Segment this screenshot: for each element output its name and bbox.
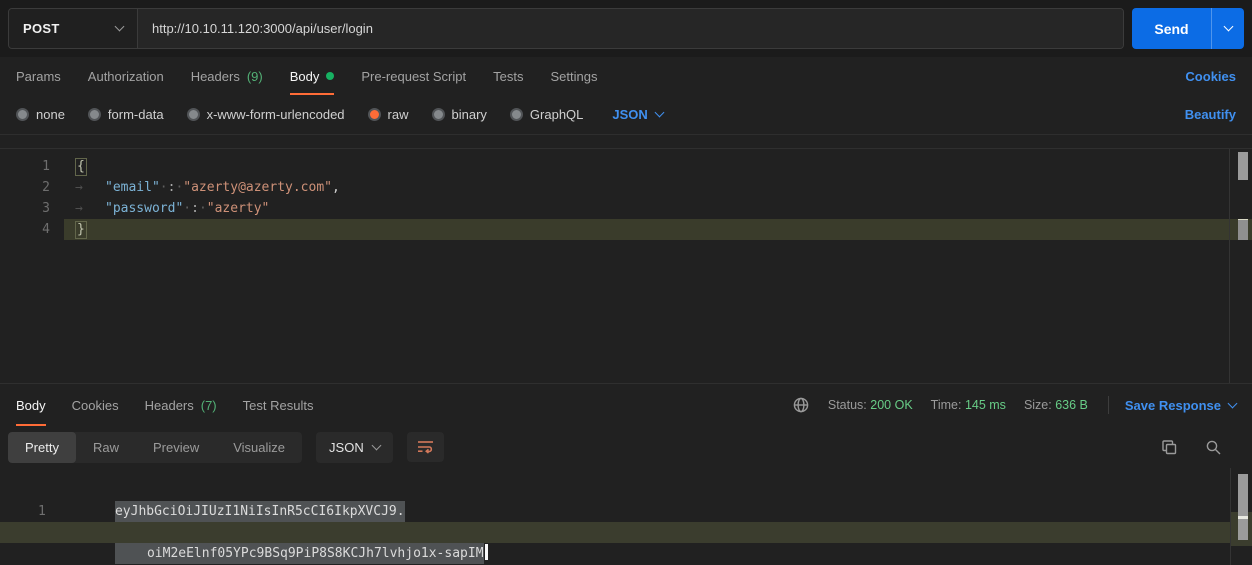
body-mode-binary[interactable]: binary (432, 107, 487, 122)
response-headers-count: (7) (201, 398, 217, 413)
response-line: eyJfaWQiOiI2MjBlY2Y2Y2FiMjEyYzA0NjE1Yjdm… (0, 501, 1252, 522)
line-number: 3 (0, 198, 50, 219)
editor-line: 2 →"email"·:·"azerty@azerty.com", (0, 177, 1252, 198)
save-response-button[interactable]: Save Response (1125, 398, 1236, 413)
wrap-lines-button[interactable] (407, 432, 444, 462)
request-body-editor[interactable]: 1 { 2 →"email"·:·"azerty@azerty.com", 3 … (0, 148, 1252, 383)
line-number: 2 (0, 177, 50, 198)
body-mode-row: none form-data x-www-form-urlencoded raw… (0, 95, 1252, 135)
response-body-viewer[interactable]: 1eyJhbGciOiJIUzI1NiIsInR5cCI6IkpXVCJ9. e… (0, 468, 1252, 565)
body-mode-none[interactable]: none (16, 107, 65, 122)
response-pane: Body Cookies Headers(7) Test Results Sta… (0, 383, 1252, 565)
size-label: Size: (1024, 398, 1052, 412)
method-select[interactable]: POST (9, 9, 138, 48)
response-scrollbar-thumb[interactable] (1238, 474, 1248, 540)
close-brace-token: } (75, 221, 87, 239)
status-value: 200 OK (870, 398, 912, 412)
open-brace-token: { (75, 158, 87, 176)
editor-current-line: 4 } (0, 219, 1252, 240)
response-meta: Status: 200 OK Time: 145 ms Size: 636 B … (792, 384, 1236, 426)
editor-scrollbar-track (1229, 149, 1230, 383)
chevron-down-icon (371, 440, 381, 450)
radio-selected-icon (368, 108, 381, 121)
tab-body[interactable]: Body (290, 57, 335, 95)
language-select[interactable]: JSON (612, 107, 662, 122)
tab-whitespace-marker: → (75, 177, 105, 198)
editor-line: 1 { (0, 156, 1252, 177)
editor-line: 3 →"password"·:·"azerty" (0, 198, 1252, 219)
view-visualize[interactable]: Visualize (216, 432, 302, 463)
time-label: Time: (931, 398, 962, 412)
send-options-button[interactable] (1211, 8, 1244, 49)
response-format-select[interactable]: JSON (316, 432, 393, 463)
tab-settings[interactable]: Settings (550, 57, 597, 95)
request-input-container: POST (8, 8, 1124, 49)
view-pretty[interactable]: Pretty (8, 432, 76, 463)
body-mode-x-www-form-urlencoded[interactable]: x-www-form-urlencoded (187, 107, 345, 122)
response-tabs: Body Cookies Headers(7) Test Results Sta… (0, 384, 1252, 426)
url-input[interactable] (138, 9, 1123, 48)
body-mode-raw[interactable]: raw (368, 107, 409, 122)
method-label: POST (23, 21, 60, 36)
response-tab-body[interactable]: Body (16, 384, 46, 426)
time-value: 145 ms (965, 398, 1006, 412)
send-button[interactable]: Send (1132, 8, 1211, 49)
search-icon (1205, 439, 1222, 456)
chevron-down-icon (1223, 22, 1233, 32)
json-key: "password" (105, 201, 183, 216)
line-number: 4 (0, 219, 50, 240)
response-line: 1eyJhbGciOiJIUzI1NiIsInR5cCI6IkpXVCJ9. (0, 480, 1252, 501)
body-mode-graphql[interactable]: GraphQL (510, 107, 583, 122)
response-tab-test-results[interactable]: Test Results (243, 384, 314, 426)
response-tab-cookies[interactable]: Cookies (72, 384, 119, 426)
headers-count: (9) (247, 69, 263, 84)
radio-icon (88, 108, 101, 121)
chevron-down-icon (115, 22, 125, 32)
jwt-token-part-3: oiM2eElnf05YPc9BSq9PiP8S8KCJh7lvhjo1x-sa… (115, 543, 484, 564)
chevron-down-icon (1228, 398, 1238, 408)
response-toolbar: Pretty Raw Preview Visualize JSON (0, 426, 1252, 468)
editor-scrollbar-cursor-marker (1238, 219, 1248, 240)
chevron-down-icon (654, 108, 664, 118)
request-url-bar: POST Send (0, 0, 1252, 57)
radio-icon (187, 108, 200, 121)
tab-pre-request-script[interactable]: Pre-request Script (361, 57, 466, 95)
view-raw[interactable]: Raw (76, 432, 136, 463)
response-scrollbar-cursor-marker (1238, 516, 1248, 519)
response-tab-headers[interactable]: Headers(7) (145, 384, 217, 426)
copy-response-button[interactable] (1161, 439, 1178, 456)
tab-headers[interactable]: Headers(9) (191, 57, 263, 95)
cookies-link[interactable]: Cookies (1185, 57, 1236, 95)
tab-authorization[interactable]: Authorization (88, 57, 164, 95)
beautify-link[interactable]: Beautify (1185, 107, 1236, 122)
radio-icon (16, 108, 29, 121)
divider (1108, 396, 1109, 414)
json-key: "email" (105, 180, 160, 195)
request-tabs: Params Authorization Headers(9) Body Pre… (0, 57, 1252, 95)
copy-icon (1161, 439, 1178, 456)
editor-scrollbar-thumb[interactable] (1238, 152, 1248, 180)
tab-tests[interactable]: Tests (493, 57, 523, 95)
view-preview[interactable]: Preview (136, 432, 216, 463)
globe-icon (792, 396, 810, 414)
status-label: Status: (828, 398, 867, 412)
search-response-button[interactable] (1205, 439, 1222, 456)
body-modified-dot-icon (326, 72, 334, 80)
text-cursor (485, 544, 488, 560)
json-value: "azerty@azerty.com" (183, 180, 332, 195)
size-value: 636 B (1055, 398, 1088, 412)
radio-icon (510, 108, 523, 121)
tab-whitespace-marker: → (75, 198, 105, 219)
view-switcher: Pretty Raw Preview Visualize (8, 432, 302, 463)
json-value: "azerty" (207, 201, 270, 216)
send-split-button: Send (1132, 8, 1244, 49)
tab-params[interactable]: Params (16, 57, 61, 95)
response-current-line: oiM2eElnf05YPc9BSq9PiP8S8KCJh7lvhjo1x-sa… (0, 522, 1252, 543)
line-number: 1 (0, 156, 50, 177)
radio-icon (432, 108, 445, 121)
body-mode-form-data[interactable]: form-data (88, 107, 164, 122)
wrap-lines-icon (417, 440, 434, 454)
